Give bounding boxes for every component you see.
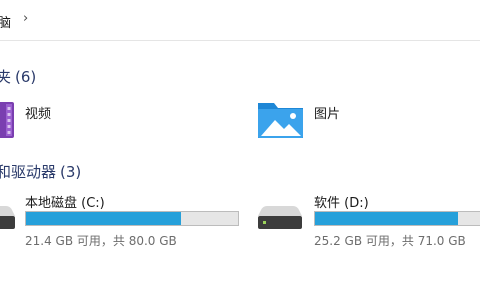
drive-usage-bar-d (314, 211, 480, 226)
drives-section-count: (3) (60, 163, 82, 181)
folder-item-videos[interactable]: 视频 (0, 100, 192, 140)
folder-label-pictures: 图片 (314, 107, 341, 122)
file-explorer-window: 脑 › 夹 (6) 视频 图片 和驱动器 (3) 本地磁盘 (C:) 21.4 … (0, 0, 480, 300)
drive-item-c[interactable]: 本地磁盘 (C:) 21.4 GB 可用，共 80.0 GB (0, 192, 250, 248)
drive-label-d: 软件 (D:) (314, 196, 369, 211)
drive-item-d[interactable]: 软件 (D:) 25.2 GB 可用，共 71.0 GB (257, 192, 480, 248)
drive-usage-fill-d (315, 212, 458, 225)
folders-section-title: 夹 (0, 68, 12, 86)
breadcrumb-chevron-icon[interactable]: › (23, 11, 28, 26)
drives-section-title: 和驱动器 (0, 163, 57, 181)
folders-section-count: (6) (15, 68, 37, 86)
drive-usage-bar-c (25, 211, 239, 226)
video-folder-icon (0, 102, 14, 138)
drive-free-text-d: 25.2 GB 可用，共 71.0 GB (314, 234, 466, 248)
drive-label-c: 本地磁盘 (C:) (25, 196, 105, 211)
hard-drive-icon (258, 206, 302, 229)
folder-label-videos: 视频 (25, 107, 52, 122)
folders-section-header[interactable]: 夹 (6) (0, 66, 36, 86)
drives-section-header[interactable]: 和驱动器 (3) (0, 161, 81, 181)
folder-item-pictures[interactable]: 图片 (257, 100, 457, 140)
drive-usage-fill-c (26, 212, 182, 225)
address-bar[interactable]: 脑 › (0, 0, 480, 41)
breadcrumb-this-pc[interactable]: 脑 (0, 12, 11, 31)
hard-drive-icon (0, 206, 15, 229)
pictures-folder-icon (258, 103, 303, 138)
drive-free-text-c: 21.4 GB 可用，共 80.0 GB (25, 234, 177, 248)
